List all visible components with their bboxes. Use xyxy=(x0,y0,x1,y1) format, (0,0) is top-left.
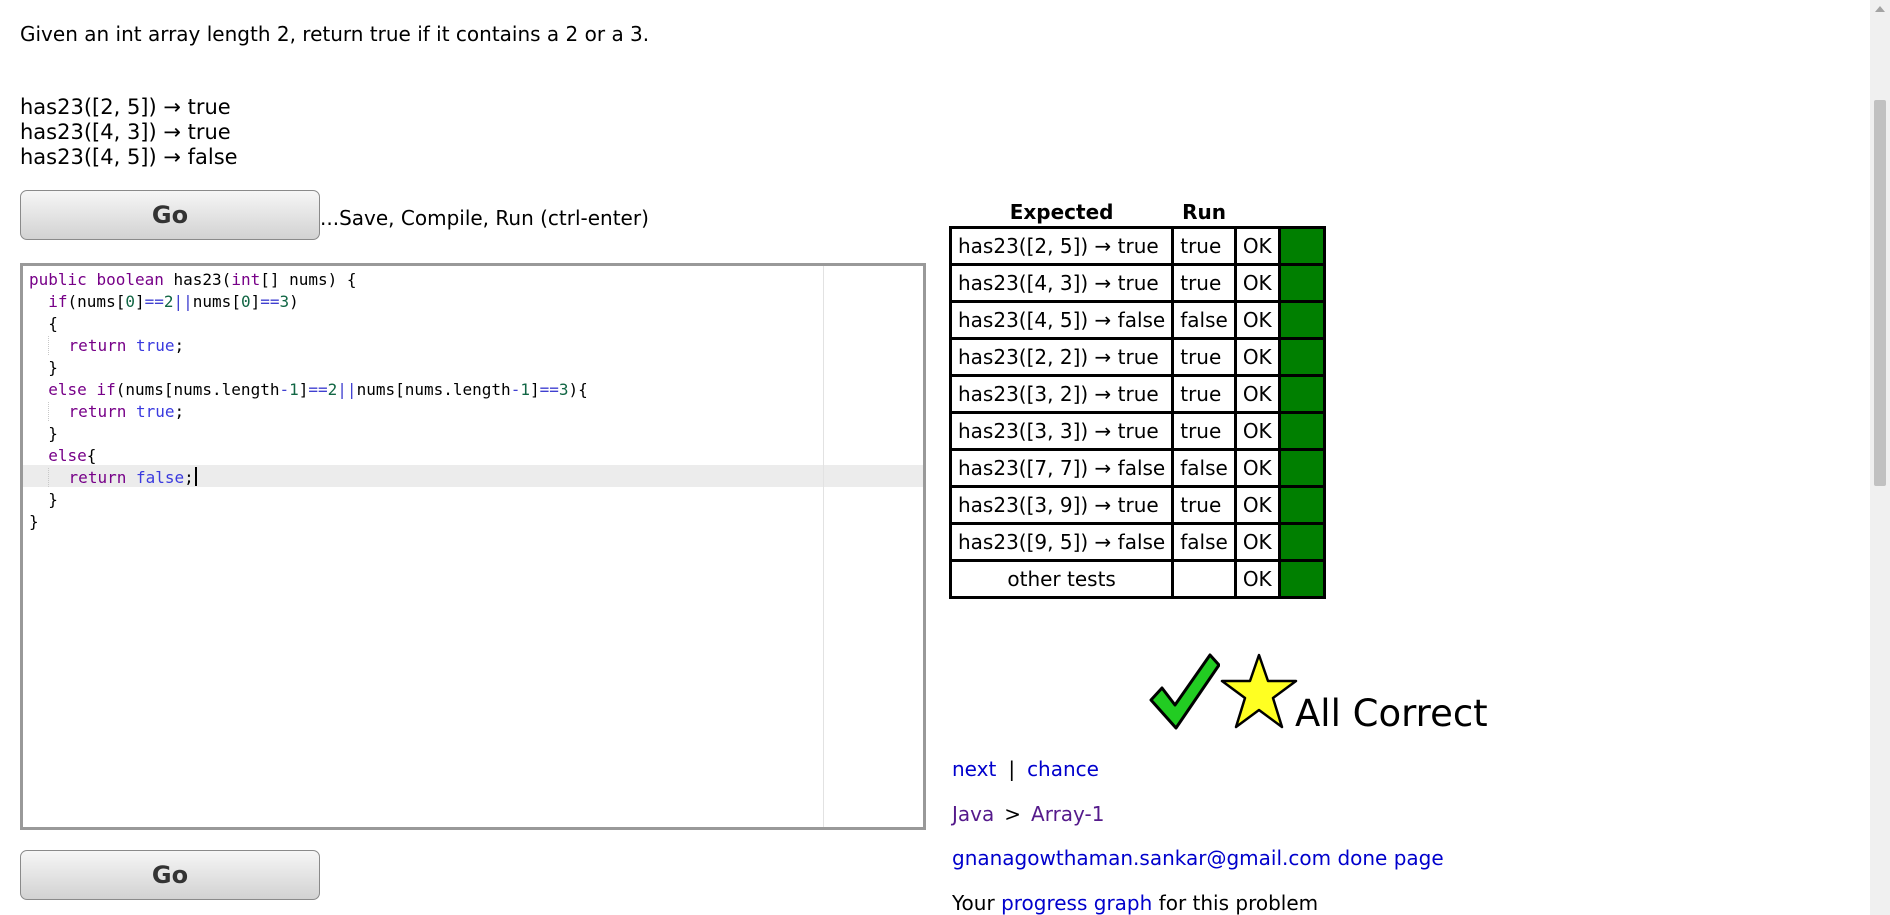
result-row: has23([3, 3]) → true true OK xyxy=(948,411,1326,451)
pass-indicator xyxy=(1277,522,1326,562)
ok-cell: OK xyxy=(1233,448,1281,488)
ok-cell: OK xyxy=(1233,337,1281,377)
problem-description: Given an int array length 2, return true… xyxy=(20,22,650,46)
done-page-link[interactable]: done page xyxy=(1337,846,1443,870)
scrollbar-thumb[interactable] xyxy=(1874,100,1886,486)
example-item: has23([4, 5]) → false xyxy=(20,145,238,169)
progress-graph-link[interactable]: progress graph xyxy=(1001,891,1152,915)
result-row: has23([2, 5]) → true true OK xyxy=(948,226,1326,266)
result-row: has23([2, 2]) → true true OK xyxy=(948,337,1326,377)
ok-cell: OK xyxy=(1233,374,1281,414)
ok-cell: OK xyxy=(1233,485,1281,525)
example-item: has23([4, 3]) → true xyxy=(20,120,231,144)
result-row: has23([9, 5]) → false false OK xyxy=(948,522,1326,562)
run-cell: false xyxy=(1171,448,1237,488)
run-cell: true xyxy=(1171,374,1237,414)
results-header-row: Expected Run xyxy=(951,198,1325,228)
run-cell: false xyxy=(1171,300,1237,340)
expected-cell: has23([3, 9]) → true xyxy=(948,485,1175,525)
pass-indicator xyxy=(1277,448,1326,488)
result-row: other tests OK xyxy=(948,559,1326,599)
all-correct-text: All Correct xyxy=(1295,692,1488,735)
chance-link[interactable]: chance xyxy=(1027,757,1099,781)
code-text[interactable]: public boolean has23(int[] nums) { if(nu… xyxy=(23,266,923,533)
progress-prefix: Your xyxy=(952,891,995,915)
example-item: has23([2, 5]) → true xyxy=(20,95,231,119)
pass-indicator xyxy=(1277,485,1326,525)
run-cell: true xyxy=(1171,485,1237,525)
pass-indicator xyxy=(1277,337,1326,377)
run-cell: false xyxy=(1171,522,1237,562)
expected-cell: has23([2, 5]) → true xyxy=(948,226,1175,266)
ok-cell: OK xyxy=(1233,263,1281,303)
expected-cell: has23([4, 3]) → true xyxy=(948,263,1175,303)
user-line: gnanagowthaman.sankar@gmail.com done pag… xyxy=(952,846,1444,870)
expected-header: Expected xyxy=(1009,200,1114,224)
pass-indicator xyxy=(1277,559,1326,599)
expected-cell: has23([7, 7]) → false xyxy=(948,448,1175,488)
run-cell: true xyxy=(1171,411,1237,451)
expected-cell: has23([2, 2]) → true xyxy=(948,337,1175,377)
result-row: has23([3, 2]) → true true OK xyxy=(948,374,1326,414)
progress-suffix: for this problem xyxy=(1158,891,1319,915)
result-row: has23([7, 7]) → false false OK xyxy=(948,448,1326,488)
pass-indicator xyxy=(1277,226,1326,266)
next-link[interactable]: next xyxy=(952,757,996,781)
expected-cell: has23([9, 5]) → false xyxy=(948,522,1175,562)
progress-line: Your progress graph for this problem xyxy=(952,891,1318,915)
breadcrumb-array1-link[interactable]: Array-1 xyxy=(1031,802,1104,826)
text-cursor xyxy=(194,467,197,486)
expected-cell: has23([3, 3]) → true xyxy=(948,411,1175,451)
page-scrollbar[interactable] xyxy=(1870,0,1890,915)
breadcrumb: Java > Array-1 xyxy=(952,802,1104,826)
run-cell: true xyxy=(1171,337,1237,377)
run-cell: true xyxy=(1171,263,1237,303)
ok-cell: OK xyxy=(1233,226,1281,266)
code-editor[interactable]: public boolean has23(int[] nums) { if(nu… xyxy=(20,263,926,830)
expected-cell: has23([4, 5]) → false xyxy=(948,300,1175,340)
checkmark-icon xyxy=(1149,653,1220,730)
result-row: has23([4, 3]) → true true OK xyxy=(948,263,1326,303)
pass-indicator xyxy=(1277,411,1326,451)
user-email-link[interactable]: gnanagowthaman.sankar@gmail.com xyxy=(952,846,1331,870)
ok-cell: OK xyxy=(1233,300,1281,340)
breadcrumb-java-link[interactable]: Java xyxy=(952,802,994,826)
examples-list: has23([2, 5]) → true has23([4, 3]) → tru… xyxy=(20,95,238,170)
run-header: Run xyxy=(1182,200,1226,224)
breadcrumb-separator: > xyxy=(1004,802,1022,826)
result-row: has23([4, 5]) → false false OK xyxy=(948,300,1326,340)
go-hint-text: ...Save, Compile, Run (ctrl-enter) xyxy=(320,206,649,230)
ok-cell: OK xyxy=(1233,559,1281,599)
star-icon xyxy=(1220,653,1298,729)
ok-cell: OK xyxy=(1233,522,1281,562)
nav-links: next | chance xyxy=(952,757,1099,781)
expected-cell: has23([3, 2]) → true xyxy=(948,374,1175,414)
pass-indicator xyxy=(1277,374,1326,414)
results-table: Expected Run has23([2, 5]) → true true OK h… xyxy=(948,198,1326,599)
pass-indicator xyxy=(1277,263,1326,303)
result-row: has23([3, 9]) → true true OK xyxy=(948,485,1326,525)
nav-separator: | xyxy=(1008,757,1016,781)
go-button-bottom[interactable]: Go xyxy=(20,850,320,900)
pass-indicator xyxy=(1277,300,1326,340)
run-cell xyxy=(1171,559,1237,599)
ok-cell: OK xyxy=(1233,411,1281,451)
run-cell: true xyxy=(1171,226,1237,266)
go-button[interactable]: Go xyxy=(20,190,320,240)
expected-cell: other tests xyxy=(948,559,1175,599)
scroll-up-arrow-icon[interactable] xyxy=(1875,6,1885,12)
